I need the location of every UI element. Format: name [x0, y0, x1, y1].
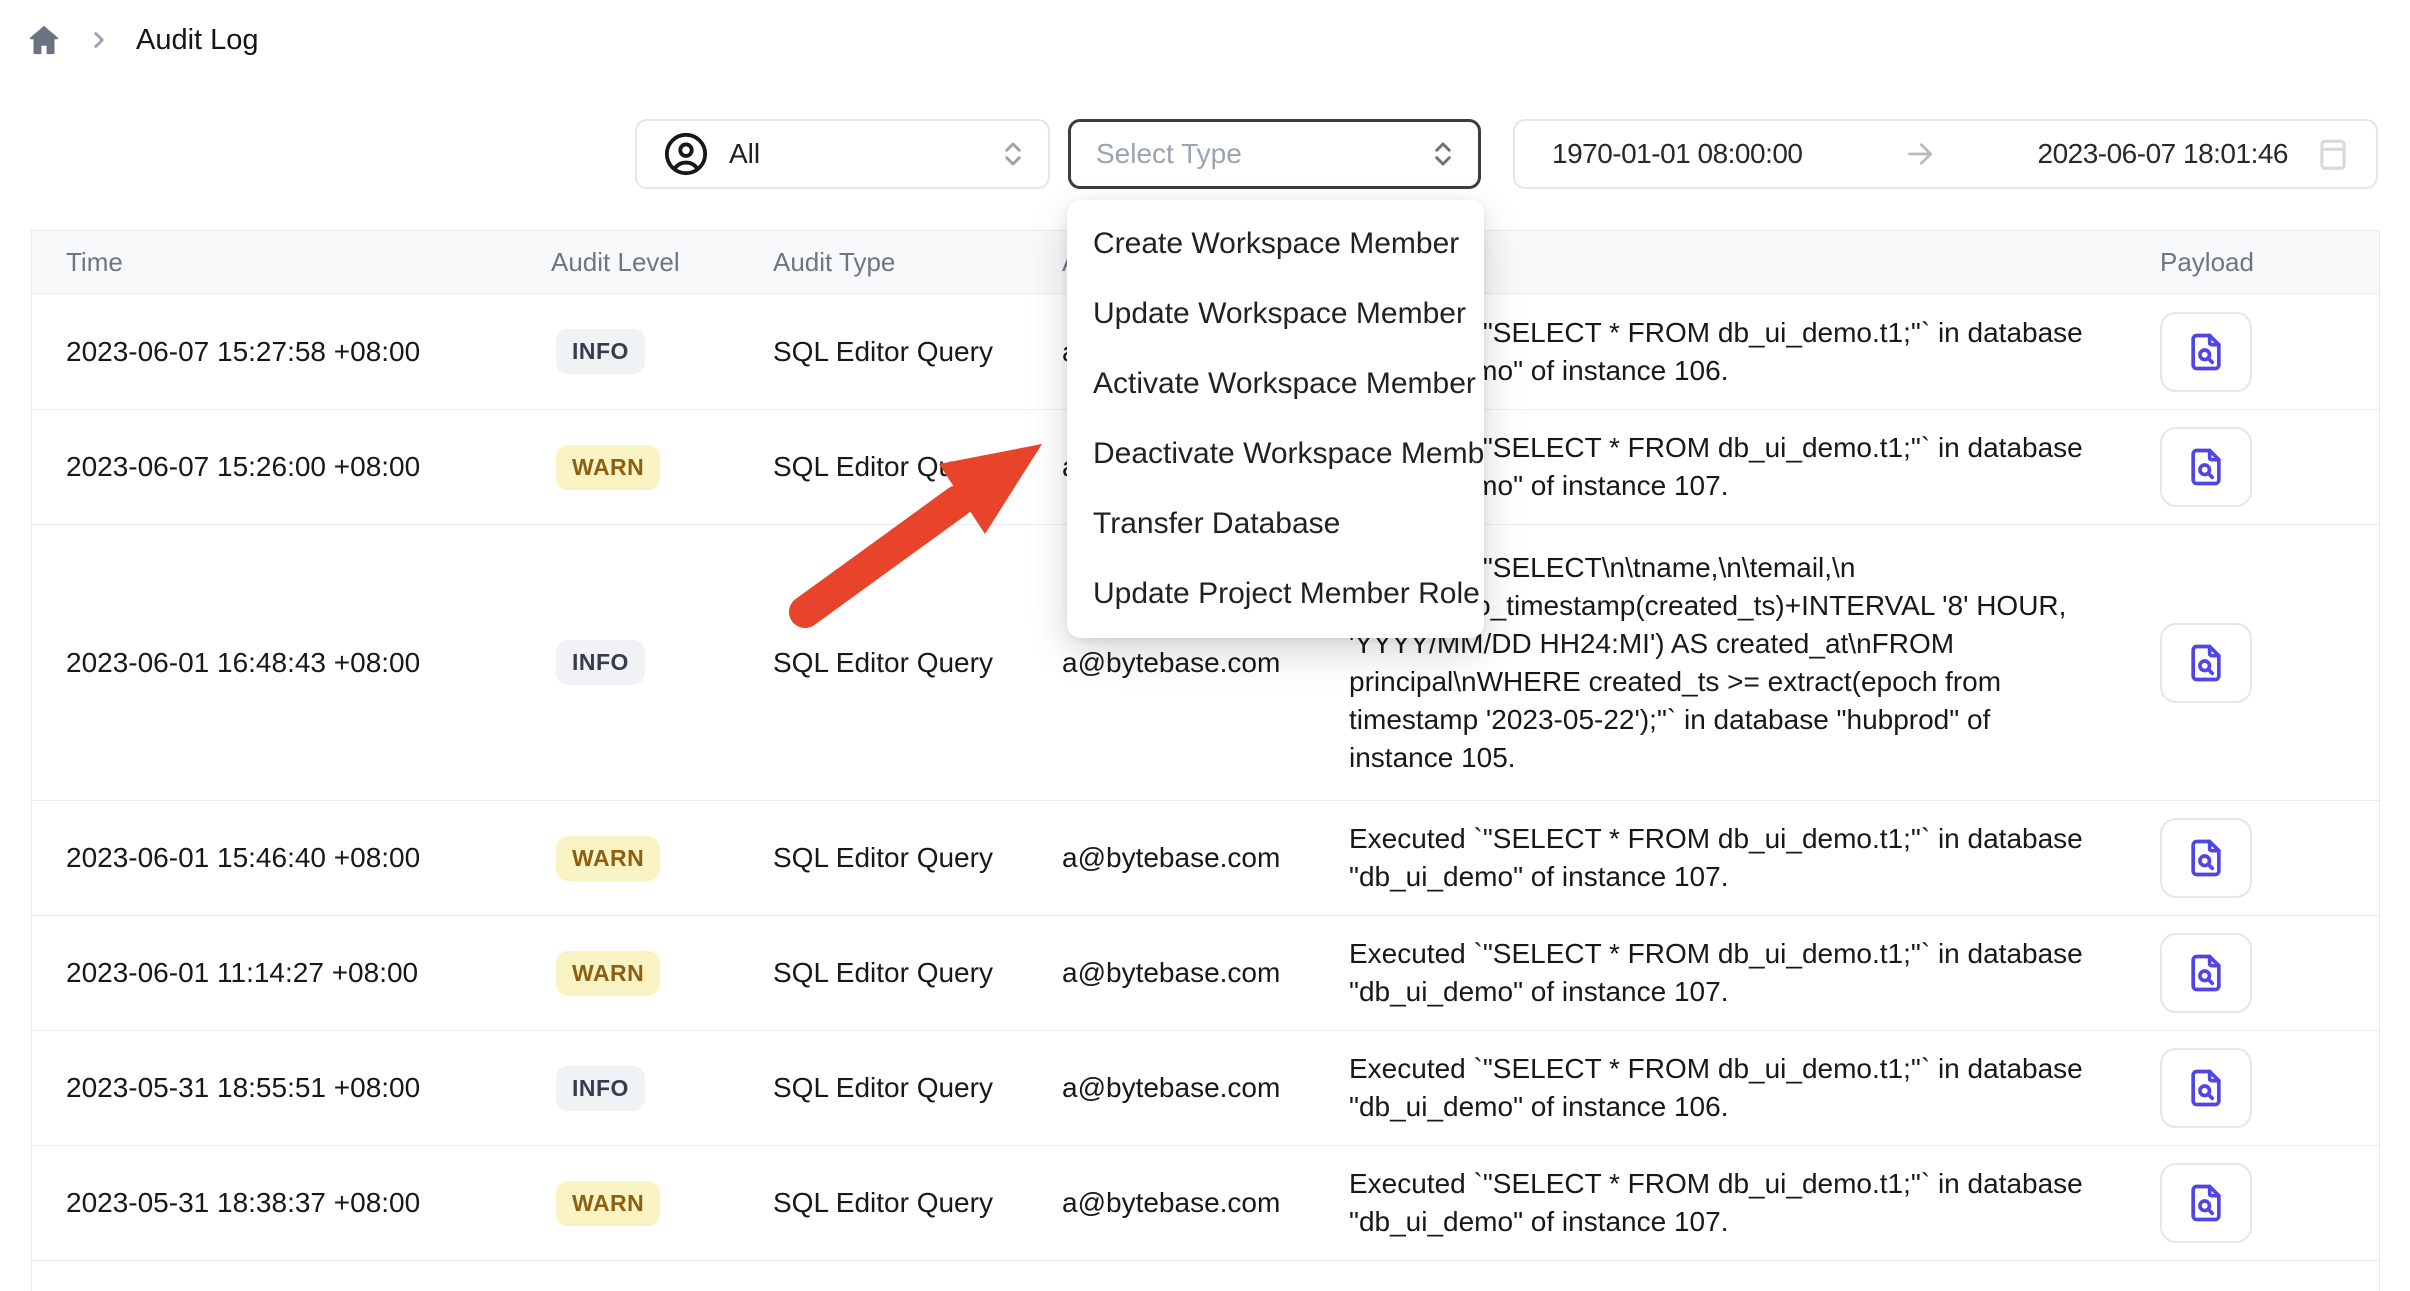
chevrons-up-down-icon — [998, 139, 1028, 169]
file-search-icon — [2184, 1181, 2228, 1225]
col-header-time: Time — [66, 247, 551, 278]
actor-filter-select[interactable]: All — [635, 119, 1050, 189]
file-search-icon — [2184, 641, 2228, 685]
payload-view-button[interactable] — [2160, 623, 2252, 703]
comment-cell: Executed `"SELECT * FROM db_ui_demo.t1;"… — [1349, 820, 2111, 896]
audit-level-badge: WARN — [556, 1181, 660, 1226]
actor-cell: a@bytebase.com — [1062, 1072, 1349, 1104]
col-header-audit-type: Audit Type — [773, 247, 1062, 278]
table-row: 2023-05-31 18:55:51 +08:00 INFO SQL Edit… — [32, 1031, 2379, 1146]
comment-cell: Executed `"SELECT * FROM db_ui_demo.t1;"… — [1349, 1165, 2111, 1241]
arrow-right-icon — [1904, 138, 1936, 170]
page-title: Audit Log — [136, 24, 259, 57]
type-filter-select[interactable]: Select Type — [1068, 119, 1481, 189]
menu-item-create-workspace-member[interactable]: Create Workspace Member — [1067, 209, 1484, 279]
file-search-icon — [2184, 330, 2228, 374]
audit-level-badge: WARN — [556, 445, 660, 490]
audit-level-badge: INFO — [556, 640, 645, 685]
col-header-payload: Payload — [2111, 247, 2379, 278]
actor-cell: a@bytebase.com — [1062, 957, 1349, 989]
type-filter-placeholder: Select Type — [1096, 138, 1242, 170]
menu-item-update-workspace-member[interactable]: Update Workspace Member — [1067, 279, 1484, 349]
chevrons-up-down-icon — [1428, 139, 1458, 169]
time-cell: 2023-06-07 15:26:00 +08:00 — [66, 451, 551, 483]
date-range-picker[interactable]: 1970-01-01 08:00:00 2023-06-07 18:01:46 — [1513, 119, 2378, 189]
time-cell: 2023-05-31 18:55:51 +08:00 — [66, 1072, 551, 1104]
audit-type-cell: SQL Editor Query — [773, 957, 1062, 989]
file-search-icon — [2184, 951, 2228, 995]
col-header-audit-level: Audit Level — [551, 247, 773, 278]
menu-item-transfer-database[interactable]: Transfer Database — [1067, 489, 1484, 559]
actor-cell: a@bytebase.com — [1062, 842, 1349, 874]
time-cell: 2023-05-31 18:38:37 +08:00 — [66, 1187, 551, 1219]
time-cell: 2023-06-07 15:27:58 +08:00 — [66, 336, 551, 368]
menu-item-deactivate-workspace-member[interactable]: Deactivate Workspace Member — [1067, 419, 1484, 489]
payload-view-button[interactable] — [2160, 427, 2252, 507]
audit-type-cell: SQL Editor Query — [773, 1187, 1062, 1219]
payload-view-button[interactable] — [2160, 933, 2252, 1013]
file-search-icon — [2184, 1066, 2228, 1110]
payload-view-button[interactable] — [2160, 818, 2252, 898]
audit-level-badge: INFO — [556, 329, 645, 374]
payload-view-button[interactable] — [2160, 312, 2252, 392]
date-range-start: 1970-01-01 08:00:00 — [1552, 138, 1803, 170]
audit-type-cell: SQL Editor Query — [773, 1072, 1062, 1104]
payload-view-button[interactable] — [2160, 1163, 2252, 1243]
payload-view-button[interactable] — [2160, 1048, 2252, 1128]
time-cell: 2023-06-01 16:48:43 +08:00 — [66, 647, 551, 679]
audit-type-cell: SQL Editor Query — [773, 336, 1062, 368]
table-row: 2023-06-01 11:14:27 +08:00 WARN SQL Edit… — [32, 916, 2379, 1031]
time-cell: 2023-06-01 15:46:40 +08:00 — [66, 842, 551, 874]
menu-item-activate-workspace-member[interactable]: Activate Workspace Member — [1067, 349, 1484, 419]
audit-level-badge: INFO — [556, 1066, 645, 1111]
table-row: 2023-06-01 15:46:40 +08:00 WARN SQL Edit… — [32, 801, 2379, 916]
date-range-end: 2023-06-07 18:01:46 — [2038, 138, 2289, 170]
file-search-icon — [2184, 445, 2228, 489]
audit-type-cell: SQL Editor Query — [773, 842, 1062, 874]
actor-cell: a@bytebase.com — [1062, 647, 1349, 679]
comment-cell: Executed `"SELECT * FROM db_ui_demo.t1;"… — [1349, 1050, 2111, 1126]
actor-filter-value: All — [729, 138, 760, 170]
table-row: 2023-05-31 18:38:37 +08:00 WARN SQL Edit… — [32, 1146, 2379, 1261]
home-icon[interactable] — [26, 22, 62, 58]
audit-level-badge: WARN — [556, 836, 660, 881]
audit-level-badge: WARN — [556, 951, 660, 996]
comment-cell: Executed `"SELECT * FROM db_ui_demo.t1;"… — [1349, 935, 2111, 1011]
actor-cell: a@bytebase.com — [1062, 1187, 1349, 1219]
type-dropdown-menu: Create Workspace Member Update Workspace… — [1067, 200, 1484, 638]
calendar-icon — [2314, 135, 2352, 173]
menu-item-update-project-member-role[interactable]: Update Project Member Role — [1067, 559, 1484, 629]
user-circle-icon — [663, 131, 709, 177]
file-search-icon — [2184, 836, 2228, 880]
audit-type-cell: SQL Editor Query — [773, 451, 1062, 483]
time-cell: 2023-06-01 11:14:27 +08:00 — [66, 957, 551, 989]
table-row-partial — [32, 1261, 2379, 1291]
breadcrumb: Audit Log — [26, 22, 259, 58]
audit-type-cell: SQL Editor Query — [773, 647, 1062, 679]
breadcrumb-chevron-icon — [86, 27, 112, 53]
